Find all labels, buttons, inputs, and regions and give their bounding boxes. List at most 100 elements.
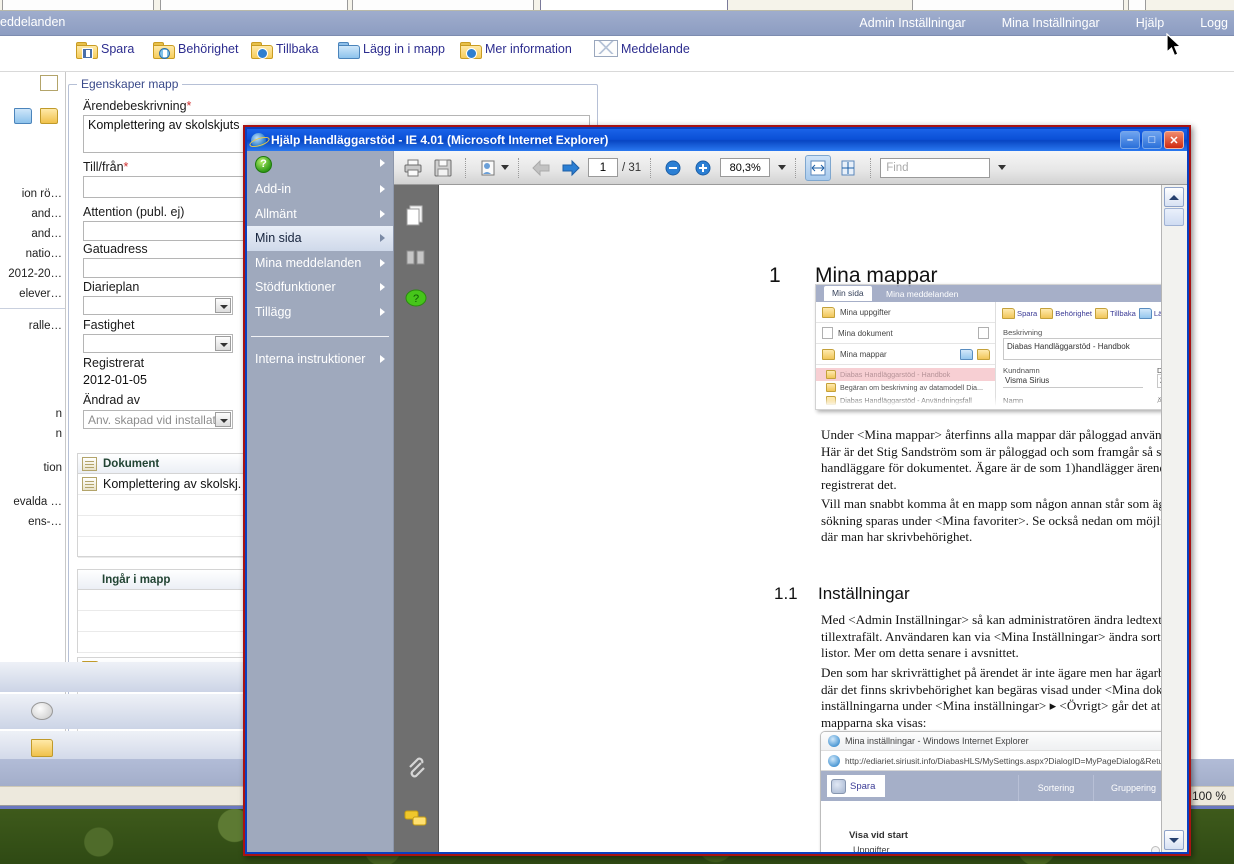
figure2-section-heading: Visa vid start: [849, 830, 908, 841]
sidebar-item-stodfunktioner[interactable]: Stödfunktioner: [247, 275, 393, 300]
zoom-level-label[interactable]: 100 %: [1192, 789, 1226, 803]
list-item[interactable]: 2012-20…: [8, 268, 62, 280]
list-item[interactable]: ion rö…: [22, 188, 62, 200]
help-question-icon[interactable]: ?: [404, 287, 428, 309]
nav-tab-meddelanden[interactable]: eddelanden: [0, 15, 65, 29]
select-andrad-av[interactable]: Anv. skapad vid installat: [83, 410, 233, 429]
zoom-level-value: 80,3%: [729, 161, 761, 174]
new-document-icon[interactable]: [40, 75, 58, 91]
close-button[interactable]: ✕: [1164, 131, 1184, 149]
label-gatuadress: Gatuadress: [83, 242, 148, 256]
print-button[interactable]: [400, 155, 426, 181]
find-input[interactable]: Find: [880, 157, 991, 178]
browser-tab[interactable]: [912, 0, 1124, 10]
flag-icon[interactable]: [31, 702, 53, 720]
sidebar-item-allmant[interactable]: Allmänt: [247, 202, 393, 227]
fit-page-icon: [841, 160, 855, 175]
chevron-up-icon: [1169, 194, 1179, 200]
folder-blue-icon: [960, 348, 973, 360]
figure2-url: http://ediariet.siriusit.info/DiabasHLS/…: [845, 755, 1161, 766]
chevron-down-icon[interactable]: [215, 412, 231, 427]
fit-width-button[interactable]: [805, 154, 832, 181]
chevron-down-icon[interactable]: [215, 336, 231, 351]
help-window-frame: Hjälp Handläggarstöd - IE 4.01 (Microsof…: [245, 127, 1189, 854]
browser-tab[interactable]: [352, 0, 534, 10]
chevron-right-icon: [380, 258, 385, 267]
browser-tab[interactable]: [2, 0, 154, 10]
toolbar-button-spara[interactable]: Spara: [76, 40, 134, 59]
scrollbar-thumb[interactable]: [1164, 208, 1184, 226]
fit-page-button[interactable]: [835, 155, 861, 181]
chevron-down-icon[interactable]: [501, 165, 509, 170]
pages-thumbnail-icon[interactable]: [404, 205, 428, 227]
chevron-down-icon[interactable]: [215, 298, 231, 313]
list-item[interactable]: tion: [43, 462, 62, 474]
sidebar-item-help-home[interactable]: ?: [247, 151, 393, 177]
figure2-tab-gruppering: Gruppering: [1093, 775, 1161, 801]
previous-page-button[interactable]: [528, 155, 554, 181]
figure-value-beskrivning: Diabas Handläggarstöd - Handbok: [1007, 342, 1130, 351]
nav-link-hjalp[interactable]: Hjälp: [1136, 16, 1165, 30]
nav-link-logga-ut[interactable]: Logg: [1200, 16, 1228, 30]
folder-search-icon[interactable]: [31, 739, 53, 757]
browser-tab-active[interactable]: [540, 0, 728, 10]
figure-main-panel: Spara Behörighet Tillbaka Lägg in i mapp…: [997, 302, 1161, 409]
list-item[interactable]: ralle…: [29, 320, 62, 332]
list-item[interactable]: n: [56, 428, 62, 440]
list-item[interactable]: and…: [31, 228, 62, 240]
zoom-in-button[interactable]: [690, 155, 716, 181]
label-attention: Attention (publ. ej): [83, 205, 185, 219]
list-item[interactable]: elever…: [19, 288, 62, 300]
list-item[interactable]: evalda …: [13, 496, 62, 508]
bookmarks-icon[interactable]: [404, 247, 428, 269]
help-sidebar: ? Add-in Allmänt Min sida Mina meddeland…: [247, 151, 394, 852]
chevron-down-icon[interactable]: [998, 165, 1007, 170]
pdf-viewport[interactable]: 1 Mina mappar Min sida Mina meddelanden A…: [439, 185, 1161, 852]
select-diarieplan[interactable]: [83, 296, 233, 315]
list-item[interactable]: natio…: [26, 248, 62, 260]
zoom-out-icon: [665, 160, 681, 175]
zoom-level-box[interactable]: 80,3%: [720, 158, 771, 177]
help-window-titlebar[interactable]: Hjälp Handläggarstöd - IE 4.01 (Microsof…: [247, 129, 1187, 151]
panel-band-action-1[interactable]: [0, 694, 250, 729]
zoom-out-button[interactable]: [660, 155, 686, 181]
toolbar-button-mer-information[interactable]: Mer information: [460, 40, 572, 59]
label-diarieplan: Diarieplan: [83, 280, 140, 294]
figure-tab-mina-meddelanden: Mina meddelanden: [886, 289, 959, 299]
page-number-input[interactable]: [588, 158, 618, 177]
figure2-save-button: Spara: [827, 775, 886, 797]
toolbar-button-behorighet[interactable]: Behörighet: [153, 40, 238, 59]
toolbar-button-meddelande[interactable]: Meddelande: [594, 40, 690, 57]
toolbar-button-lagg-in-i-mapp[interactable]: Lägg in i mapp: [338, 40, 445, 59]
attachments-paperclip-icon[interactable]: [404, 757, 428, 779]
scroll-up-button[interactable]: [1164, 187, 1184, 207]
sidebar-item-tillagg[interactable]: Tillägg: [247, 300, 393, 325]
save-button[interactable]: [430, 155, 456, 181]
pdf-vertical-scrollbar[interactable]: [1161, 185, 1187, 852]
sidebar-item-mina-meddelanden[interactable]: Mina meddelanden: [247, 251, 393, 276]
folder-blue-icon[interactable]: [14, 108, 32, 124]
minimize-button[interactable]: –: [1120, 131, 1140, 149]
sign-document-button[interactable]: [475, 155, 501, 181]
toolbar-button-tillbaka[interactable]: Tillbaka: [251, 40, 319, 59]
comments-icon[interactable]: [404, 807, 428, 829]
scroll-down-button[interactable]: [1164, 830, 1184, 850]
list-item[interactable]: n: [56, 408, 62, 420]
list-item[interactable]: ens-…: [28, 516, 62, 528]
chevron-down-icon[interactable]: [778, 165, 787, 170]
next-page-button[interactable]: [558, 155, 584, 181]
heading-text: Inställningar: [818, 584, 910, 603]
browser-tab[interactable]: [160, 0, 348, 10]
maximize-button[interactable]: □: [1142, 131, 1162, 149]
sidebar-item-label: Min sida: [255, 231, 302, 246]
sidebar-item-interna-instruktioner[interactable]: Interna instruktioner: [247, 347, 393, 372]
browser-tab-new[interactable]: [1128, 0, 1146, 10]
sidebar-item-add-in[interactable]: Add-in: [247, 177, 393, 202]
folder-yellow-icon[interactable]: [40, 108, 58, 124]
toolbar-label: Mer information: [485, 42, 572, 56]
sidebar-item-min-sida[interactable]: Min sida: [247, 226, 393, 251]
nav-link-admin-installningar[interactable]: Admin Inställningar: [859, 16, 965, 30]
nav-link-mina-installningar[interactable]: Mina Inställningar: [1002, 16, 1100, 30]
select-fastighet[interactable]: [83, 334, 233, 353]
list-item[interactable]: and…: [31, 208, 62, 220]
